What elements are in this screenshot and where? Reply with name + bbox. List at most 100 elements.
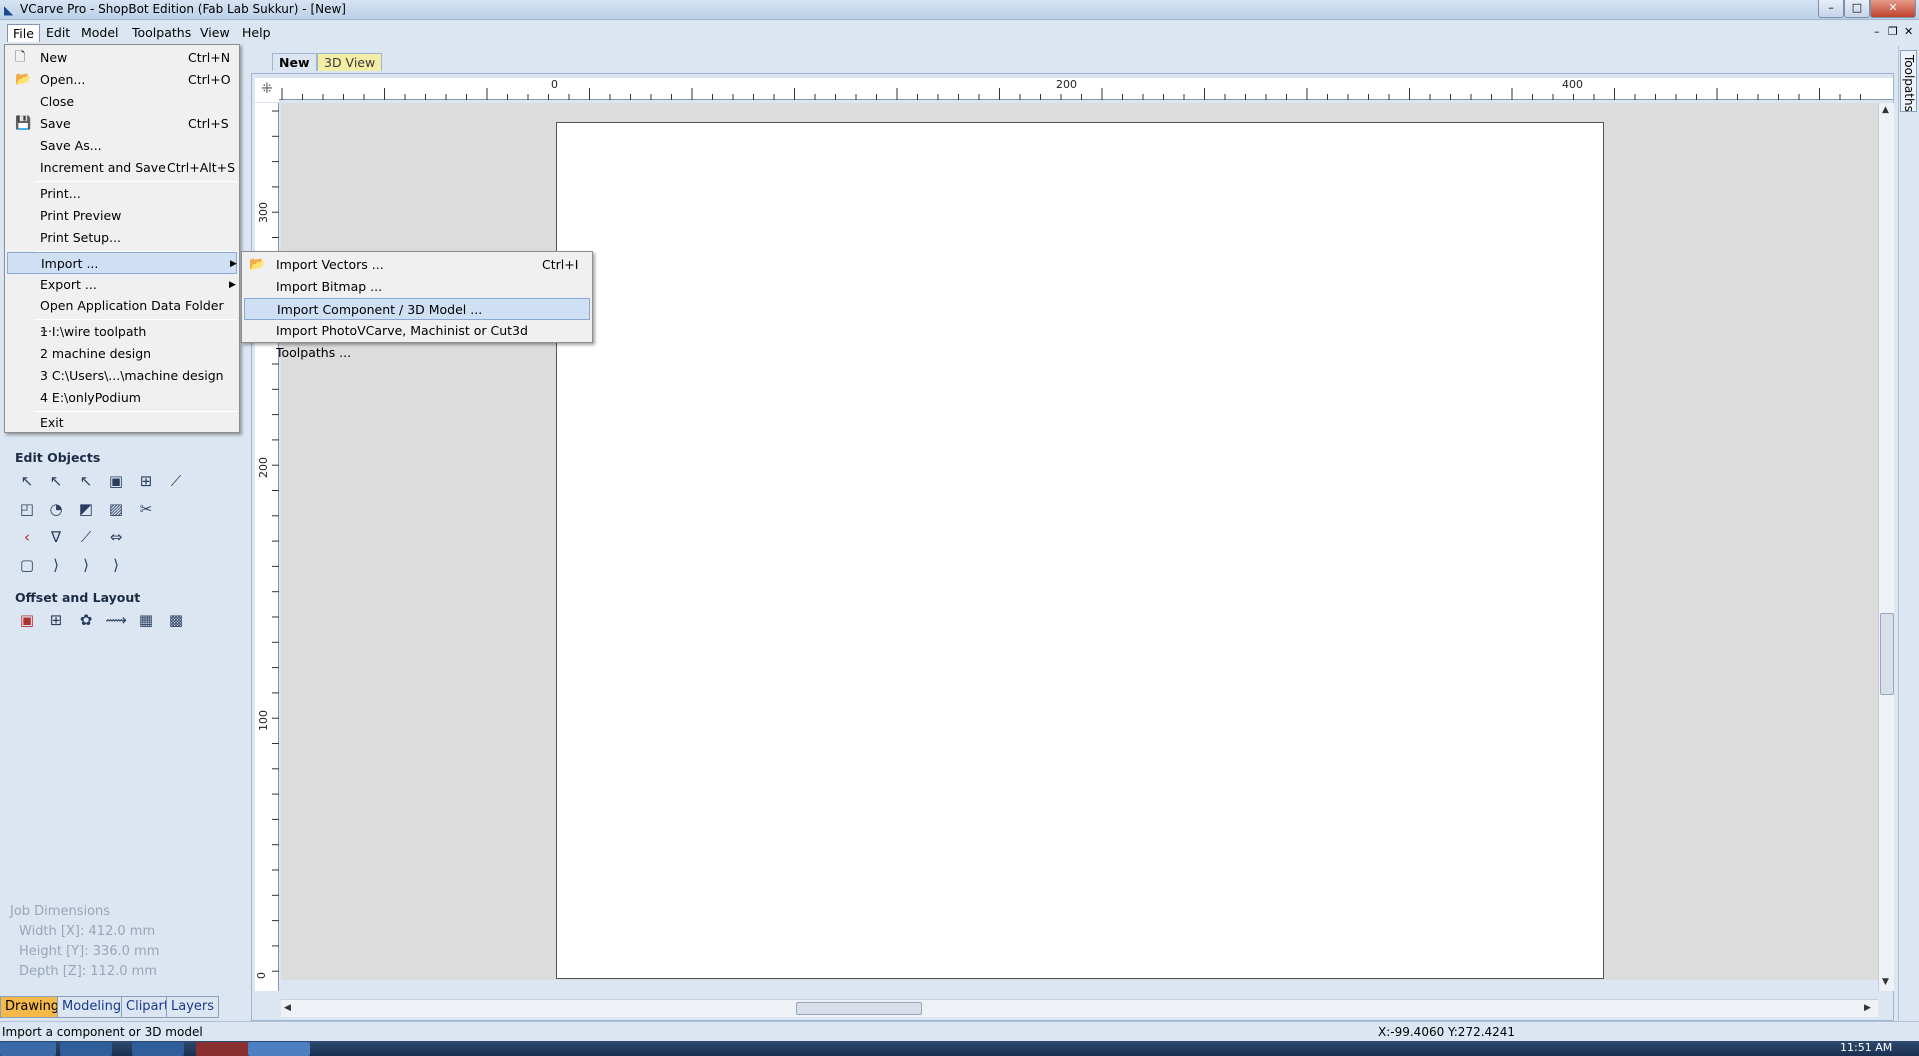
tab-modeling[interactable]: Modeling [57,996,127,1018]
submenu-arrow-icon: ▶ [230,259,237,269]
menu-item-recent-4[interactable]: 4 E:\onlyPodium [7,387,237,409]
smooth-curve-icon[interactable]: ‹ [15,525,39,549]
menu-item-print-setup[interactable]: Print Setup... [7,227,237,249]
menu-item-exit[interactable]: Exit [7,412,237,434]
ruler-h-label-400: 400 [1562,78,1583,91]
mdi-close-button[interactable]: ✕ [1904,25,1913,38]
transform-icon[interactable]: ↖ [74,469,98,493]
mdi-minimize-button[interactable]: – [1874,25,1880,38]
scroll-up-icon[interactable]: ▲ [1882,105,1889,115]
menu-item-recent-1[interactable]: 1 I:\wire toolpath [7,321,237,343]
nest-icon[interactable]: ⊞ [44,608,68,632]
material-sheet[interactable] [556,122,1604,979]
menu-item-open[interactable]: 📂 Open... Ctrl+O [7,69,237,91]
taskbar-vcarve[interactable] [248,1042,310,1056]
offset-icon[interactable]: ▣ [15,608,39,632]
menu-item-save[interactable]: 💾 Save Ctrl+S [7,113,237,135]
fillet-icon[interactable]: ∇ [44,525,68,549]
menu-view[interactable]: View [195,24,235,42]
ruler-v-label-100: 100 [257,710,270,731]
trim-icon[interactable]: ▨ [104,497,128,521]
menu-model[interactable]: Model [76,24,124,42]
horizontal-ruler: 0 200 400 [279,78,1893,100]
join-vectors-icon[interactable]: ⇔ [104,525,128,549]
taskbar-app[interactable] [196,1042,248,1056]
ruler-origin-icon[interactable]: ⁜ [255,78,279,102]
menu-item-import-component[interactable]: Import Component / 3D Model ... [244,298,590,320]
scissors-icon[interactable]: ✂ [134,497,158,521]
menu-item-save-as[interactable]: Save As... [7,135,237,157]
align-icon[interactable]: ⊞ [134,469,158,493]
menu-toolpaths[interactable]: Toolpaths [127,24,196,42]
ruler-h-label-0: 0 [551,78,558,91]
array-copy-icon[interactable]: ▦ [134,608,158,632]
subtract-icon[interactable]: ◔ [44,497,68,521]
arc-fit-icon[interactable]: ⟩ [74,553,98,577]
vertical-ruler-ticks [272,110,279,972]
new-document-icon: 🗋 [15,50,26,65]
menu-item-increment-save[interactable]: Increment and Save Ctrl+Alt+S [7,157,237,179]
bezier-fit-icon[interactable]: ⟩ [104,553,128,577]
curve-fit-icon[interactable]: ⟩ [44,553,68,577]
tab-layers[interactable]: Layers [166,996,220,1018]
taskbar-explorer[interactable] [60,1042,112,1056]
menu-item-import-toolpaths[interactable]: Import PhotoVCarve, Machinist or Cut3d T… [244,320,590,360]
intersect-icon[interactable]: ◩ [74,497,98,521]
extend-icon[interactable]: ⟋ [74,525,98,549]
mdi-restore-button[interactable]: ❐ [1888,25,1898,38]
select-icon[interactable]: ↖ [15,469,39,493]
offset-layout-title: Offset and Layout [15,590,141,605]
menu-item-print[interactable]: Print... [7,183,237,205]
import-submenu: 📂 Import Vectors ... Ctrl+I Import Bitmap… [241,251,593,360]
open-folder-icon: 📂 [15,72,32,87]
rotate-copy-icon[interactable]: ✿ [74,608,98,632]
scroll-right-icon[interactable]: ▶ [1864,1003,1871,1013]
start-button[interactable] [0,1042,56,1056]
tab-toolpaths[interactable]: Toolpaths [1900,50,1917,112]
minimize-button[interactable]: – [1818,0,1844,18]
menu-item-import[interactable]: Import ... ▶ [7,252,237,274]
app-logo-icon: ◣ [4,3,14,17]
vertical-scrollbar[interactable]: ▲ ▼ [1878,103,1894,991]
ruler-v-label-200: 200 [257,457,270,478]
horizontal-scrollbar[interactable]: ◀ ▶ [281,999,1878,1017]
menu-bar: File Edit Model Toolpaths View Help [0,22,1919,44]
measure-icon[interactable]: ⟋ [164,469,188,493]
scroll-left-icon[interactable]: ◀ [284,1003,291,1013]
nesting-icon[interactable]: ▩ [164,608,188,632]
menu-item-open-app-data[interactable]: Open Application Data Folder ... [7,295,237,335]
menu-help[interactable]: Help [237,24,276,42]
menu-item-recent-3[interactable]: 3 C:\Users\...\machine design [7,365,237,387]
import-vectors-icon: 📂 [249,257,266,272]
close-button[interactable]: ✕ [1870,0,1916,18]
edit-objects-title: Edit Objects [15,450,101,465]
menu-item-import-bitmap[interactable]: Import Bitmap ... [244,276,590,298]
tab-drawing[interactable]: Drawing [0,996,65,1018]
horizontal-ruler-ticks [281,88,1861,100]
tab-new[interactable]: New [272,53,317,71]
copy-along-vector-icon[interactable]: ⟿ [104,608,128,632]
menu-separator [35,319,237,320]
vertical-scroll-thumb[interactable] [1880,613,1894,695]
menu-edit[interactable]: Edit [41,24,75,42]
close-vectors-icon[interactable]: ▢ [15,553,39,577]
node-edit-icon[interactable]: ↖ [44,469,68,493]
horizontal-scroll-thumb[interactable] [796,1002,922,1015]
taskbar-chrome[interactable] [132,1042,184,1056]
menu-item-new[interactable]: 🗋 New Ctrl+N [7,47,237,69]
menu-item-close[interactable]: Close [7,91,237,113]
menu-item-export[interactable]: Export ... ▶ [7,274,237,296]
tab-3d-view[interactable]: 3D View [317,53,383,71]
weld-icon[interactable]: ◰ [15,497,39,521]
menu-file[interactable]: File [7,24,40,42]
scroll-down-icon[interactable]: ▼ [1882,977,1889,987]
menu-item-recent-2[interactable]: 2 machine design [7,343,237,365]
right-panel-strip [1898,46,1919,1021]
left-panel-tabs: Drawing Modeling Clipart Layers [0,996,220,1018]
size-object-icon[interactable]: ▣ [104,469,128,493]
menu-item-print-preview[interactable]: Print Preview [7,205,237,227]
menu-item-import-vectors[interactable]: 📂 Import Vectors ... Ctrl+I [244,254,590,276]
ruler-v-label-0: 0 [255,972,268,979]
maximize-button[interactable]: □ [1844,0,1870,18]
taskbar: 11:51 AM [0,1041,1919,1056]
